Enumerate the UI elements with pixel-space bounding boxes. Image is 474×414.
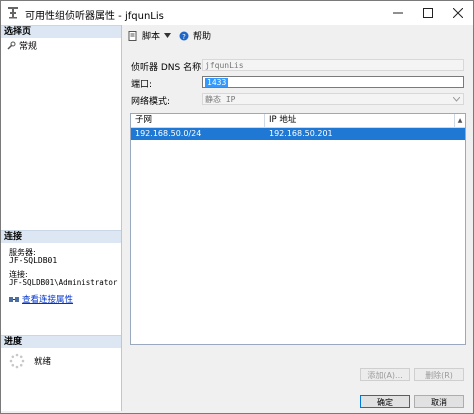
sql-server-icon xyxy=(8,7,18,19)
connection-value: JF-SQLDB01\Administrator xyxy=(9,278,118,287)
maximize-button[interactable] xyxy=(413,1,443,25)
subnet-cell: 192.168.50.0/24 xyxy=(135,129,202,138)
port-input[interactable]: 1433 xyxy=(202,76,464,88)
help-button[interactable]: 帮助 xyxy=(193,29,211,42)
network-mode-value: 静态 IP xyxy=(205,95,236,104)
progress-status: 就绪 xyxy=(34,357,52,367)
network-mode-label: 网络模式: xyxy=(131,97,171,107)
network-mode-select[interactable]: 静态 IP xyxy=(202,93,464,105)
script-button[interactable]: 脚本 xyxy=(142,29,160,42)
port-value: 1433 xyxy=(205,78,229,87)
wrench-icon xyxy=(7,41,16,50)
progress-spinner-icon xyxy=(9,353,25,369)
add-button[interactable]: 添加(A)... xyxy=(360,368,410,381)
cancel-button[interactable]: 取消 xyxy=(414,395,464,408)
svg-text:?: ? xyxy=(182,32,186,40)
column-subnet[interactable]: 子网 xyxy=(131,114,265,127)
remove-button[interactable]: 删除(R) xyxy=(414,368,464,381)
view-connection-properties-label: 查看连接属性 xyxy=(22,295,74,305)
select-page-heading: 选择页 xyxy=(1,25,121,38)
view-connection-properties-link[interactable]: 查看连接属性 xyxy=(9,293,73,305)
toolbar: 脚本 ? 帮助 xyxy=(128,29,211,42)
close-button[interactable] xyxy=(443,1,473,25)
chevron-down-icon xyxy=(453,97,460,102)
minimize-icon xyxy=(393,12,403,14)
title-bar: 可用性组侦听器属性 - jfqunLis xyxy=(1,1,473,25)
ip-address-cell: 192.168.50.201 xyxy=(269,129,333,138)
connection-properties-icon xyxy=(9,296,19,302)
script-icon xyxy=(128,30,137,41)
chevron-down-icon[interactable] xyxy=(164,33,172,38)
dns-name-label: 侦听器 DNS 名称: xyxy=(131,63,205,73)
scroll-up-icon[interactable]: ▲ xyxy=(454,114,465,127)
page-item-general[interactable]: 常规 xyxy=(7,39,37,52)
dns-name-field: jfqunLis xyxy=(202,59,464,71)
ok-button[interactable]: 确定 xyxy=(360,395,410,408)
main-panel: 脚本 ? 帮助 侦听器 DNS 名称: jfqunLis 端口: 1433 网络… xyxy=(122,25,473,385)
maximize-icon xyxy=(423,8,433,18)
connection-heading: 连接 xyxy=(1,230,121,243)
column-ip-address[interactable]: IP 地址 xyxy=(265,114,455,127)
listener-properties-window: 可用性组侦听器属性 - jfqunLis 选择页 常规 连接 服务器: JF-S… xyxy=(0,0,474,414)
grid-header: 子网 IP 地址 ▲ xyxy=(131,114,465,128)
window-title: 可用性组侦听器属性 - jfqunLis xyxy=(25,11,164,22)
progress-heading: 进度 xyxy=(1,335,121,348)
table-row[interactable]: 192.168.50.0/24 192.168.50.201 xyxy=(131,128,465,140)
bottom-bar: 确定 取消 xyxy=(122,385,473,413)
help-icon: ? xyxy=(179,31,189,40)
close-icon xyxy=(453,8,463,18)
port-label: 端口: xyxy=(131,80,153,90)
page-item-label: 常规 xyxy=(19,42,38,52)
server-value: JF-SQLDB01 xyxy=(9,256,58,265)
subnet-ip-grid: 子网 IP 地址 ▲ 192.168.50.0/24 192.168.50.20… xyxy=(130,113,466,345)
minimize-button[interactable] xyxy=(383,1,413,25)
left-panel: 选择页 常规 连接 服务器: JF-SQLDB01 连接: JF-SQLDB01… xyxy=(1,25,122,411)
